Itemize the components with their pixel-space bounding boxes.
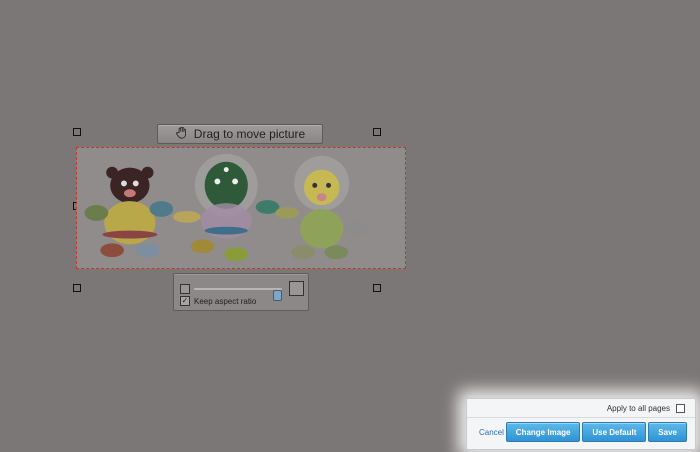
toy-figures-image [78,148,404,268]
apply-to-all-pages-checkbox[interactable] [676,404,685,413]
keep-aspect-ratio-row[interactable]: ✓ Keep aspect ratio [180,296,256,306]
scale-slider-row [180,281,304,301]
hand-icon [175,126,188,142]
action-buttons: Cancel Change Image Use Default Save [479,422,687,442]
resize-handle-top-right[interactable] [373,128,381,136]
scale-slider-thumb[interactable] [273,290,282,301]
cancel-link[interactable]: Cancel [479,428,504,437]
drag-to-move-bar[interactable]: Drag to move picture [157,124,323,144]
apply-to-all-pages-row[interactable]: Apply to all pages [607,404,685,413]
person-small-icon [180,284,190,294]
apply-to-all-pages-label: Apply to all pages [606,404,670,413]
resize-handle-bottom-right[interactable] [373,284,381,292]
change-image-button[interactable]: Change Image [505,422,581,442]
action-panel: Apply to all pages Cancel Change Image U… [466,398,696,450]
save-button[interactable]: Save [648,422,687,442]
use-default-button[interactable]: Use Default [582,422,647,442]
image-editor-overlay: Drag to move picture ✓ Keep aspect ratio… [0,0,700,452]
keep-aspect-ratio-label: Keep aspect ratio [194,296,257,306]
resize-handle-bottom-left[interactable] [73,284,81,292]
header-image-frame[interactable] [76,147,406,269]
scale-slider[interactable] [194,288,282,301]
resize-handle-top-left[interactable] [73,128,81,136]
person-large-icon [289,281,304,296]
divider [467,417,695,418]
scale-panel: ✓ Keep aspect ratio [173,273,309,311]
drag-label: Drag to move picture [193,127,306,141]
keep-aspect-ratio-checkbox[interactable]: ✓ [180,296,190,306]
